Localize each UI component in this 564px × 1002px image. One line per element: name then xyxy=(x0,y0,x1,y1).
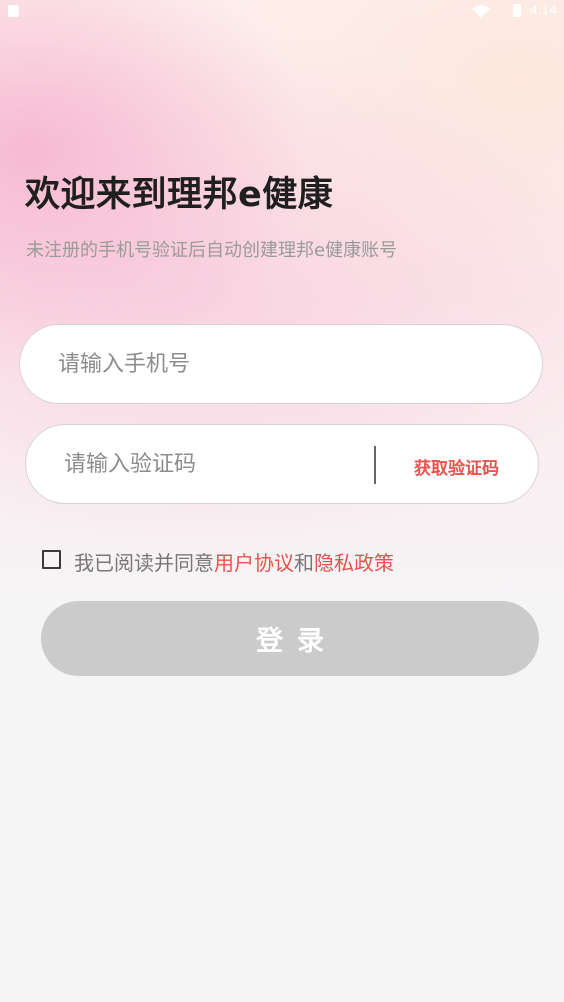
page-title: 欢迎来到理邦e健康 xyxy=(25,175,334,215)
agreement-prefix: 我已阅读并同意 xyxy=(74,551,214,575)
phone-field[interactable] xyxy=(19,324,543,404)
login-button-label: 登录 xyxy=(256,626,338,657)
page-subtitle: 未注册的手机号验证后自动创建理邦e健康账号 xyxy=(26,240,398,261)
verification-code-input[interactable] xyxy=(64,425,364,503)
user-agreement-link[interactable]: 用户协议 xyxy=(214,551,294,575)
notification-icon xyxy=(8,5,19,17)
agreement-checkbox[interactable] xyxy=(42,550,61,569)
status-bar: 4:14 xyxy=(0,0,564,24)
login-button[interactable]: 登录 xyxy=(41,601,539,676)
status-time: 4:14 xyxy=(530,3,557,17)
get-code-button[interactable]: 获取验证码 xyxy=(414,454,499,479)
privacy-policy-link[interactable]: 隐私政策 xyxy=(314,551,394,575)
agreement-conjunction: 和 xyxy=(294,551,314,575)
field-divider xyxy=(374,446,376,484)
battery-icon xyxy=(513,4,521,17)
agreement-text: 我已阅读并同意用户协议和隐私政策 xyxy=(74,547,394,576)
phone-input[interactable] xyxy=(58,325,518,403)
wifi-icon xyxy=(472,5,490,18)
verification-code-field[interactable]: 获取验证码 xyxy=(25,424,539,504)
